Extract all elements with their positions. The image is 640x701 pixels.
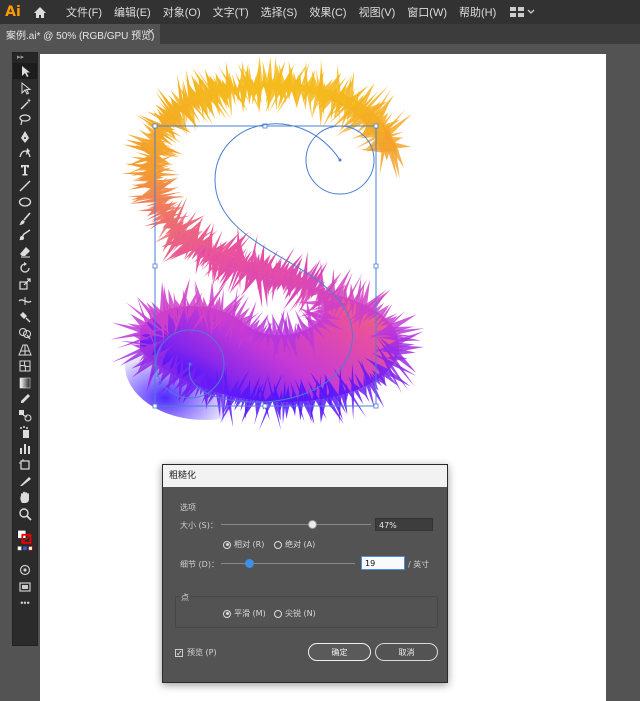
cancel-button[interactable]: 取消 xyxy=(375,643,438,661)
relative-radio-label: 相对 (R) xyxy=(234,540,265,549)
preview-label: 预览 (P) xyxy=(187,648,217,657)
document-tab[interactable]: 案例.ai* @ 50% (RGB/GPU 预览) × xyxy=(0,24,160,44)
absolute-radio[interactable]: 绝对 (A) xyxy=(274,539,315,550)
size-slider-thumb[interactable] xyxy=(307,520,317,529)
workspace-grid-icon xyxy=(510,7,525,17)
chevron-down-icon xyxy=(527,9,535,14)
checkmark-icon: ✓ xyxy=(175,648,183,658)
menu-window[interactable]: 窗口(W) xyxy=(401,0,453,24)
document-tab-title: 案例.ai* @ 50% (RGB/GPU 预览) xyxy=(6,30,155,42)
resize-handle[interactable] xyxy=(152,263,158,269)
roughen-dialog: 粗糙化 选项 大小 (S)： 47% 相对 (R) 绝对 (A) 细节 (D)：… xyxy=(162,464,448,683)
resize-handle[interactable] xyxy=(152,123,158,129)
radio-unselected-icon xyxy=(274,540,282,549)
illustrator-window: Ai 文件(F) 编辑(E) 对象(O) 文字(T) 选择(S) 效果(C) 视… xyxy=(0,0,640,701)
menu-file[interactable]: 文件(F) xyxy=(60,0,108,24)
line-tool-icon[interactable] xyxy=(13,178,37,194)
corner-radio[interactable]: 尖锐 (N) xyxy=(274,608,316,619)
menu-edit[interactable]: 编辑(E) xyxy=(108,0,157,24)
column-graph-tool-icon[interactable] xyxy=(13,440,37,456)
corner-radio-label: 尖锐 (N) xyxy=(285,609,316,618)
perspective-grid-tool-icon[interactable] xyxy=(13,342,37,358)
screen-mode-icon[interactable] xyxy=(13,578,37,594)
resize-handle[interactable] xyxy=(262,403,268,409)
detail-unit-label: / 英寸 xyxy=(408,560,430,569)
workspace-switcher[interactable] xyxy=(510,7,535,17)
menu-type[interactable]: 文字(T) xyxy=(207,0,255,24)
resize-handle[interactable] xyxy=(373,263,379,269)
width-tool-icon[interactable] xyxy=(13,292,37,308)
puppet-warp-tool-icon[interactable] xyxy=(13,309,37,325)
size-label: 大小 (S)： xyxy=(180,521,218,530)
radio-selected-icon xyxy=(223,609,231,618)
options-section-label: 选项 xyxy=(180,503,196,512)
shaper-tool-icon[interactable] xyxy=(13,227,37,243)
ok-button[interactable]: 确定 xyxy=(308,643,371,661)
absolute-radio-label: 绝对 (A) xyxy=(285,540,316,549)
size-value-field[interactable]: 47% xyxy=(375,518,433,531)
resize-handle[interactable] xyxy=(373,123,379,129)
magic-wand-tool-icon[interactable] xyxy=(13,96,37,112)
dialog-title[interactable]: 粗糙化 xyxy=(163,465,447,487)
paintbrush-tool-icon[interactable] xyxy=(13,211,37,227)
detail-label: 细节 (D)： xyxy=(180,560,219,569)
artboard-tool-icon[interactable] xyxy=(13,456,37,472)
direct-selection-tool-icon[interactable] xyxy=(13,79,37,95)
ellipse-tool-icon[interactable] xyxy=(13,194,37,210)
lasso-tool-icon[interactable] xyxy=(13,112,37,128)
mesh-tool-icon[interactable] xyxy=(13,358,37,374)
menu-object[interactable]: 对象(O) xyxy=(157,0,207,24)
eraser-tool-icon[interactable] xyxy=(13,243,37,259)
radio-unselected-icon xyxy=(274,609,282,618)
draw-mode-icon[interactable] xyxy=(13,562,37,578)
pen-tool-icon[interactable] xyxy=(13,129,37,145)
hand-tool-icon[interactable] xyxy=(13,489,37,505)
resize-handle[interactable] xyxy=(373,403,379,409)
smooth-radio[interactable]: 平滑 (M) xyxy=(223,608,266,619)
preview-checkbox[interactable]: ✓ 预览 (P) xyxy=(175,647,217,658)
radio-selected-icon xyxy=(223,540,231,549)
menu-select[interactable]: 选择(S) xyxy=(255,0,304,24)
points-section-label: 点 xyxy=(180,592,190,603)
detail-slider-thumb[interactable] xyxy=(245,559,254,568)
type-tool-icon[interactable] xyxy=(13,161,37,177)
document-tab-bar: 案例.ai* @ 50% (RGB/GPU 预览) × xyxy=(0,24,640,44)
gradient-tool-icon[interactable] xyxy=(13,374,37,390)
zoom-tool-icon[interactable] xyxy=(13,506,37,522)
home-icon[interactable] xyxy=(28,0,52,24)
smooth-radio-label: 平滑 (M) xyxy=(234,609,266,618)
app-logo: Ai xyxy=(5,4,21,20)
menu-bar: Ai 文件(F) 编辑(E) 对象(O) 文字(T) 选择(S) 效果(C) 视… xyxy=(0,0,640,24)
detail-value-field[interactable]: 19 xyxy=(361,556,405,570)
selection-tool-icon[interactable] xyxy=(13,63,37,80)
close-tab-icon[interactable]: × xyxy=(148,26,154,38)
rotate-tool-icon[interactable] xyxy=(13,260,37,276)
menu-help[interactable]: 帮助(H) xyxy=(453,0,502,24)
relative-radio[interactable]: 相对 (R) xyxy=(223,539,264,550)
shape-builder-tool-icon[interactable] xyxy=(13,325,37,341)
scale-tool-icon[interactable] xyxy=(13,276,37,292)
symbol-sprayer-tool-icon[interactable] xyxy=(13,424,37,440)
menu-view[interactable]: 视图(V) xyxy=(353,0,402,24)
detail-slider-track[interactable] xyxy=(221,563,355,564)
resize-handle[interactable] xyxy=(152,403,158,409)
menu-effect[interactable]: 效果(C) xyxy=(303,0,352,24)
size-slider-track[interactable] xyxy=(221,524,371,525)
tools-panel-header[interactable]: ▸▸ xyxy=(13,53,37,63)
eyedropper-tool-icon[interactable] xyxy=(13,391,37,407)
slice-tool-icon[interactable] xyxy=(13,473,37,489)
blend-tool-icon[interactable] xyxy=(13,407,37,423)
fill-stroke-swatch[interactable] xyxy=(13,522,37,562)
tools-panel: ▸▸ ••• xyxy=(12,52,38,646)
more-tools-icon[interactable]: ••• xyxy=(13,595,37,611)
curvature-tool-icon[interactable] xyxy=(13,145,37,161)
